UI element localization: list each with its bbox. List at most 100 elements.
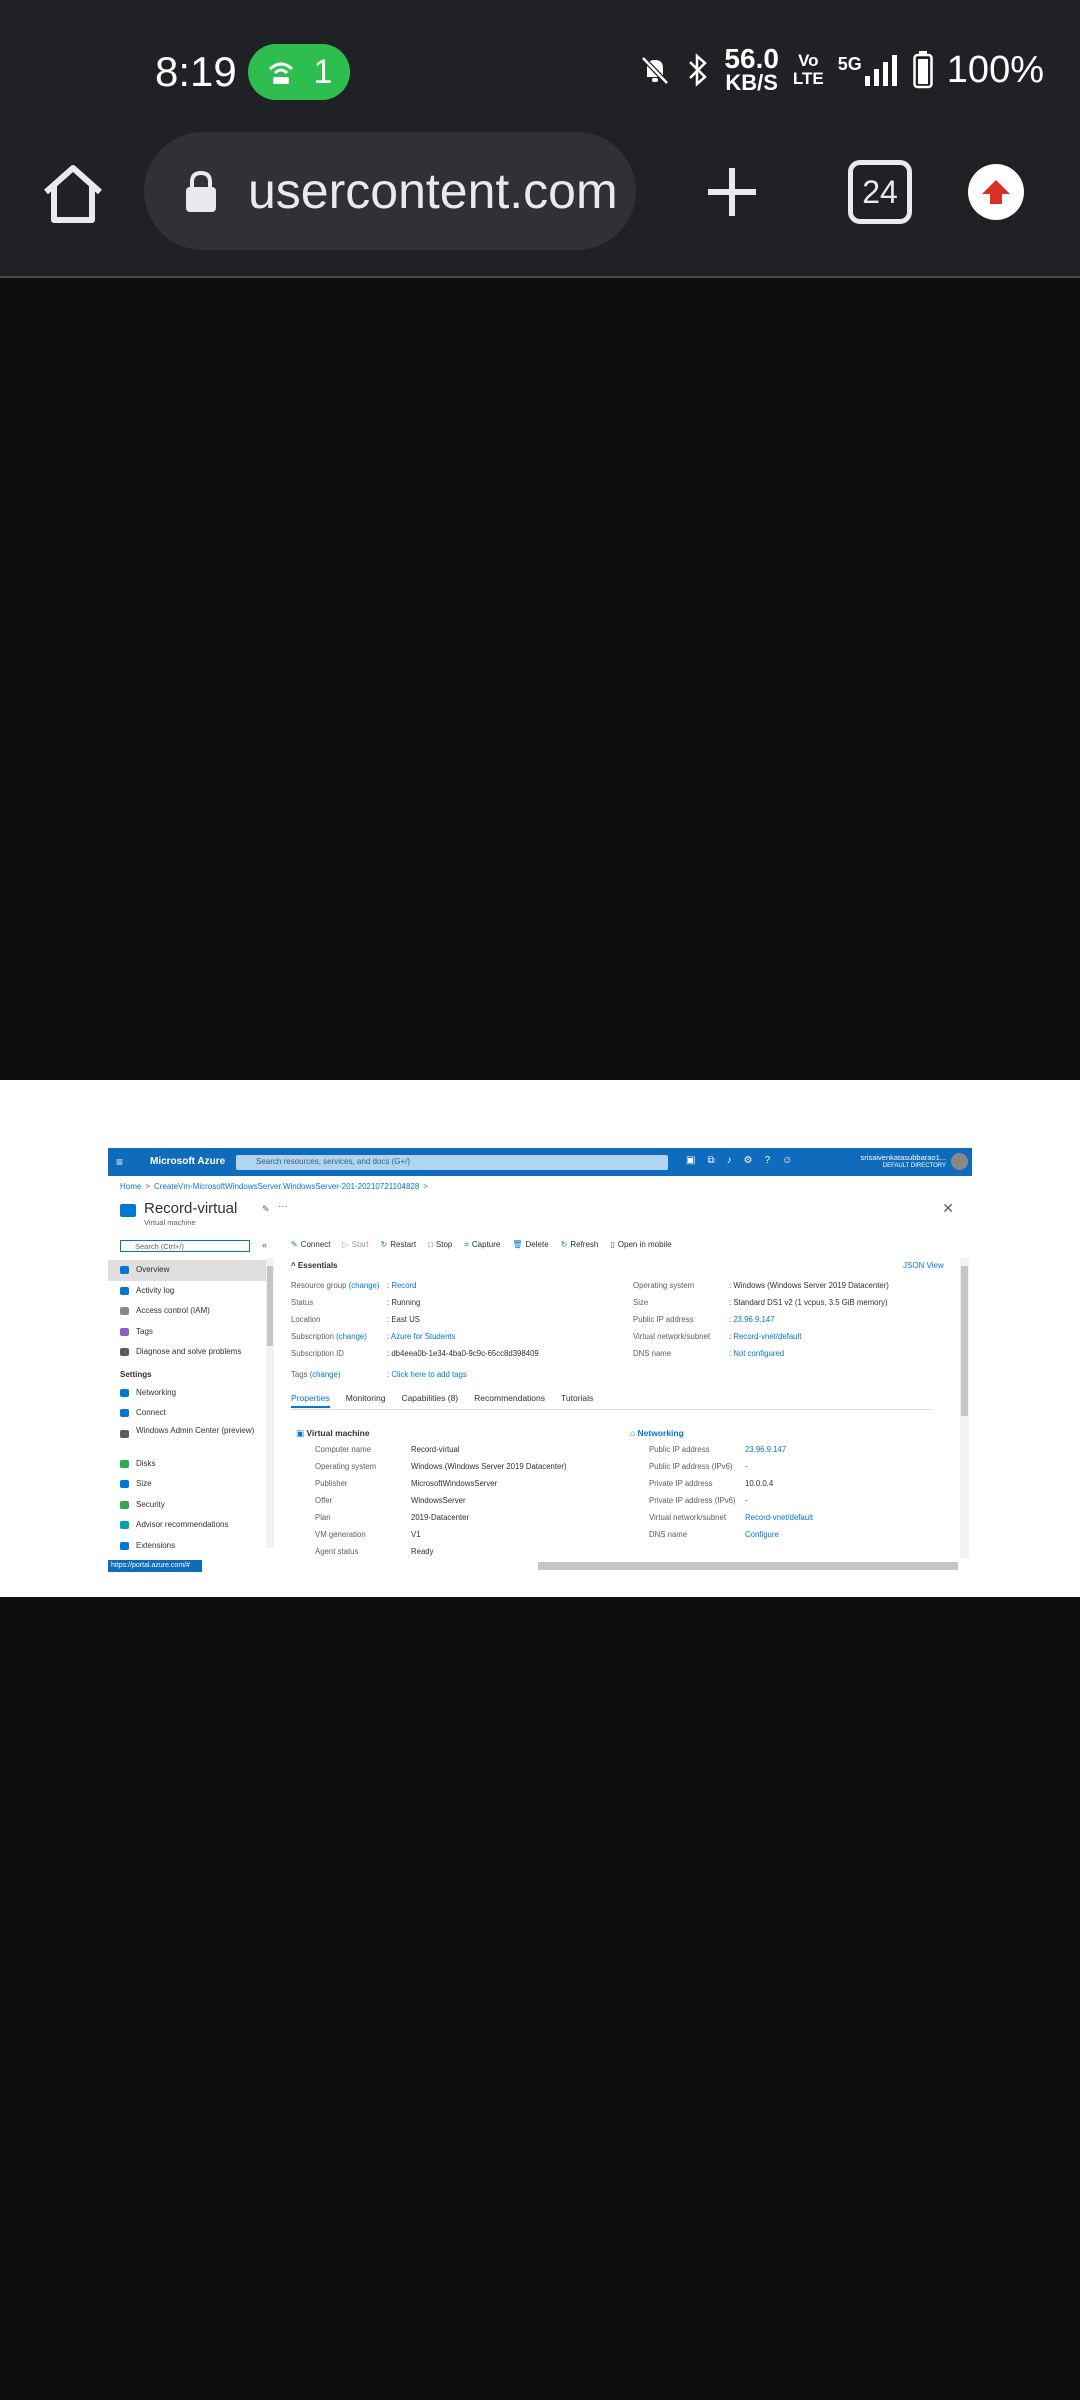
pin-icon[interactable]: ✎ [262, 1204, 270, 1215]
embedded-image: ≡ Microsoft Azure Search resources, serv… [0, 1080, 1080, 1597]
settings-icon[interactable]: ⚙ [744, 1155, 753, 1166]
battery-icon [913, 51, 933, 89]
mute-bell-icon [641, 56, 670, 85]
vm-prop-row: Computer name Record-virtual [315, 1445, 460, 1454]
signal-indicator: 5G [838, 54, 899, 86]
avatar[interactable] [951, 1153, 968, 1170]
refresh-icon: ↻ [560, 1240, 568, 1249]
azure-portal-screenshot: ≡ Microsoft Azure Search resources, serv… [108, 1148, 972, 1572]
overview-tabs: Properties Monitoring Capabilities (8) R… [291, 1393, 593, 1408]
menu-icon[interactable]: ≡ [116, 1155, 123, 1169]
command-bar: ✎ Connect ▷ Start ↻ Restart □ Stop ⌗ Capture … [291, 1240, 672, 1250]
user-account[interactable]: srisaivenkatasubbarao1... DEFAULT DIRECT… [861, 1153, 946, 1171]
nav-item-access-control[interactable]: Access control (IAM) [108, 1301, 268, 1322]
tab-tutorials[interactable]: Tutorials [561, 1393, 593, 1408]
status-bar: 8:19 1 56.0 KB/S Vo LTE 5G 100% [0, 0, 1080, 130]
open-mobile-button[interactable]: ▯ Open in mobile [610, 1240, 671, 1250]
tab-properties[interactable]: Properties [291, 1393, 330, 1408]
mobile-icon: ▯ [610, 1240, 615, 1249]
update-arrow-icon [982, 180, 1010, 204]
nav-item-size[interactable]: Size [108, 1474, 268, 1495]
help-icon[interactable]: ? [765, 1155, 771, 1166]
tab-switcher-button[interactable]: 24 [848, 160, 912, 224]
essentials-toggle[interactable]: ^ Essentials [291, 1261, 337, 1270]
nav-item-security[interactable]: Security [108, 1495, 268, 1516]
lock-icon[interactable] [184, 170, 218, 214]
close-icon[interactable]: ✕ [942, 1200, 954, 1217]
refresh-button[interactable]: ↻ Refresh [561, 1240, 599, 1250]
nav-item-disks[interactable]: Disks [108, 1454, 268, 1475]
capture-icon: ⌗ [464, 1240, 469, 1249]
directory-icon[interactable]: ⧉ [707, 1155, 714, 1166]
nav-scrollbar[interactable] [266, 1258, 274, 1548]
networking-section-header[interactable]: ⌂ Networking [630, 1428, 684, 1438]
net-prop-row: Public IP address 23.96.9.147 [649, 1445, 787, 1454]
essentials-resource-group: Resource group (change): Record [291, 1281, 417, 1290]
nav-item-activity-log[interactable]: Activity log [108, 1281, 268, 1302]
essentials-size: Size: Standard DS1 v2 (1 vcpus, 3.5 GiB … [633, 1298, 888, 1307]
notifications-icon[interactable]: ♪ [727, 1155, 732, 1166]
resource-nav: Overview Activity log Access control (IA… [108, 1260, 268, 1556]
more-icon[interactable]: ··· [278, 1201, 288, 1212]
vm-icon [120, 1204, 136, 1217]
nav-item-advisor[interactable]: Advisor recommendations [108, 1515, 268, 1536]
status-url: https://portal.azure.com/# [108, 1560, 202, 1572]
tab-recommendations[interactable]: Recommendations [474, 1393, 545, 1408]
networking-section-icon: ⌂ [630, 1428, 636, 1438]
nav-item-diagnose[interactable]: Diagnose and solve problems [108, 1342, 268, 1363]
nav-item-extensions[interactable]: Extensions [108, 1536, 268, 1557]
bluetooth-icon [689, 53, 708, 87]
page-title: Record-virtual [144, 1200, 238, 1217]
nav-item-tags[interactable]: Tags [108, 1322, 268, 1343]
net-speed: 56.0 KB/S [724, 43, 779, 95]
start-button[interactable]: ▷ Start [343, 1240, 369, 1250]
essentials-dns: DNS name: Not configured [633, 1349, 785, 1358]
page-blank-bottom [0, 1597, 1080, 2400]
collapse-nav-icon[interactable]: « [262, 1240, 267, 1250]
capture-button[interactable]: ⌗ Capture [464, 1240, 500, 1250]
address-bar[interactable]: usercontent.com [144, 132, 636, 250]
portal-search[interactable]: Search resources, services, and docs (G+… [236, 1155, 668, 1170]
essentials-os: Operating system: Windows (Windows Serve… [633, 1281, 889, 1290]
new-tab-icon[interactable] [700, 160, 764, 224]
clock: 8:19 [155, 48, 237, 95]
restart-button[interactable]: ↻ Restart [381, 1240, 417, 1250]
main-scrollbar[interactable] [960, 1258, 969, 1558]
nav-search-input[interactable]: Search (Ctrl+/) [120, 1240, 250, 1252]
stop-button[interactable]: □ Stop [428, 1240, 452, 1250]
nav-item-overview[interactable]: Overview [108, 1260, 268, 1281]
net-prop-row: Private IP address 10.0.0.4 [649, 1479, 774, 1488]
net-prop-row: DNS name Configure [649, 1530, 779, 1539]
connect-button[interactable]: ✎ Connect [291, 1240, 331, 1250]
connect-icon: ✎ [291, 1240, 298, 1249]
horizontal-scrollbar[interactable] [538, 1562, 958, 1570]
hotspot-icon [268, 62, 293, 84]
cloud-shell-icon[interactable]: ▣ [686, 1155, 695, 1166]
net-prop-row: Public IP address (IPv6) - [649, 1462, 748, 1471]
url-text[interactable]: usercontent.com [248, 162, 618, 220]
page-blank-top [0, 278, 1080, 1080]
json-view-link[interactable]: JSON View [903, 1261, 944, 1270]
nav-item-windows-admin-center[interactable]: Windows Admin Center (preview) [108, 1424, 268, 1454]
update-button[interactable] [968, 164, 1024, 220]
vm-prop-row: Agent status Ready [315, 1547, 434, 1556]
home-icon[interactable] [38, 160, 108, 230]
breadcrumb-deployment[interactable]: CreateVm-MicrosoftWindowsServer.WindowsS… [154, 1182, 419, 1191]
hotspot-indicator[interactable]: 1 [248, 44, 350, 100]
portal-brand[interactable]: Microsoft Azure [150, 1156, 225, 1167]
essentials-location: Location: East US [291, 1315, 420, 1324]
delete-button[interactable]: 🗑 Delete [512, 1240, 548, 1250]
essentials-subscription: Subscription (change): Azure for Student… [291, 1332, 456, 1341]
status-icons: 56.0 KB/S Vo LTE 5G 100% [638, 43, 1044, 95]
tab-monitoring[interactable]: Monitoring [346, 1393, 386, 1408]
header-icons: ▣ ⧉ ♪ ⚙ ? ☺ [686, 1155, 792, 1166]
nav-item-connect[interactable]: Connect [108, 1403, 268, 1424]
feedback-icon[interactable]: ☺ [782, 1155, 792, 1166]
vm-prop-row: VM generation V1 [315, 1530, 421, 1539]
vm-section-icon: ▣ [296, 1428, 305, 1438]
nav-item-networking[interactable]: Networking [108, 1383, 268, 1404]
breadcrumb-home[interactable]: Home [120, 1182, 141, 1191]
search-placeholder: Search resources, services, and docs (G+… [256, 1157, 411, 1166]
tab-capabilities[interactable]: Capabilities (8) [401, 1393, 458, 1408]
essentials-tags: Tags (change): Click here to add tags [291, 1370, 467, 1379]
